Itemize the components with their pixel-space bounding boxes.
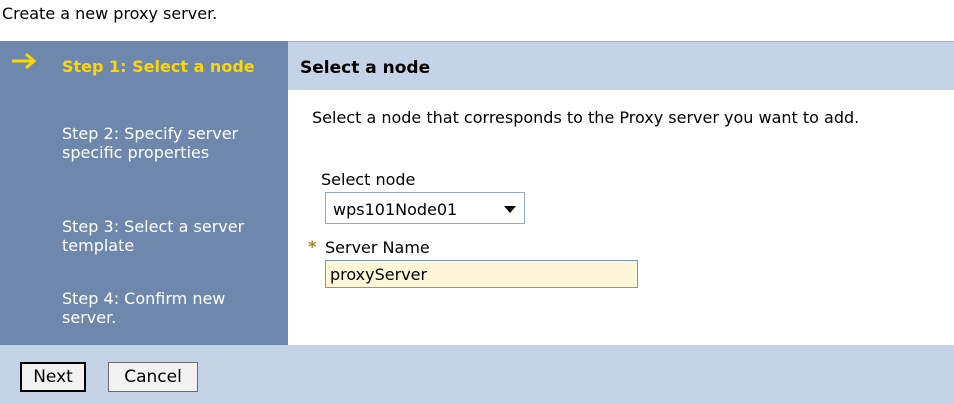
- page-intro-text: Create a new proxy server.: [2, 4, 218, 23]
- wizard-footer: Next Cancel: [0, 345, 954, 404]
- node-select-value: wps101Node01: [333, 200, 458, 219]
- required-asterisk-icon: *: [308, 237, 317, 256]
- wizard-step-2: Step 2: Specify server specific properti…: [62, 124, 239, 162]
- chevron-down-icon: [504, 206, 516, 213]
- section-header: Select a node: [288, 41, 954, 90]
- server-name-label: Server Name: [325, 238, 430, 257]
- select-node-label: Select node: [321, 170, 416, 189]
- section-description: Select a node that corresponds to the Pr…: [312, 108, 860, 127]
- section-title: Select a node: [300, 58, 431, 78]
- wizard-step-3: Step 3: Select a server template: [62, 217, 245, 255]
- server-name-value: proxyServer: [330, 265, 428, 284]
- wizard-steps-sidebar: Step 1: Select a node Step 2: Specify se…: [0, 41, 288, 345]
- wizard-step-1: Step 1: Select a node: [62, 57, 255, 76]
- next-button[interactable]: Next: [20, 362, 86, 392]
- cancel-button[interactable]: Cancel: [108, 362, 198, 392]
- node-select-dropdown[interactable]: wps101Node01: [325, 192, 525, 224]
- wizard-panel: Step 1: Select a node Step 2: Specify se…: [0, 41, 954, 345]
- server-name-input[interactable]: proxyServer: [325, 260, 638, 288]
- current-step-arrow-icon: [12, 52, 37, 70]
- wizard-main-content: Select a node Select a node that corresp…: [288, 41, 954, 345]
- wizard-step-4: Step 4: Confirm new server.: [62, 289, 226, 327]
